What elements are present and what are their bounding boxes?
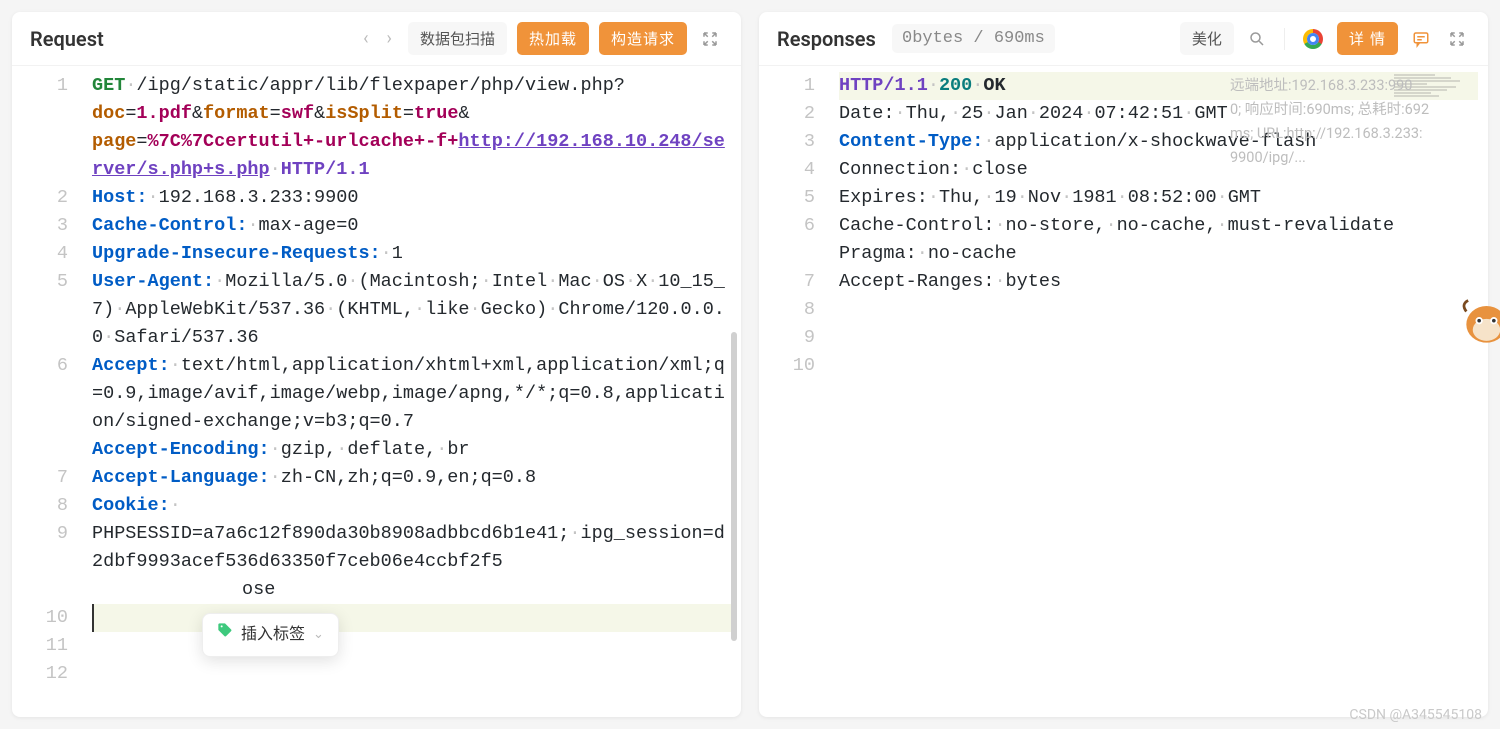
expires-value: Thu,·19·Nov·1981·08:52:00·GMT (939, 187, 1261, 208)
request-header: Request ‹ › 数据包扫描 热加载 构造请求 (12, 12, 741, 66)
http-method: GET (92, 75, 125, 96)
cursor-line[interactable] (92, 604, 731, 632)
expand-icon[interactable] (1444, 26, 1470, 52)
response-code[interactable]: 1 2 3 4 5 6 7 8 9 10 HTTP/1.1·200·OK Dat… (759, 66, 1488, 717)
chrome-icon[interactable] (1299, 25, 1327, 53)
details-button[interactable]: 详 情 (1337, 22, 1398, 55)
request-panel: Request ‹ › 数据包扫描 热加载 构造请求 1 2 3 4 5 6 7… (12, 12, 741, 717)
nav-arrows: ‹ › (357, 26, 398, 51)
insert-tag-popup[interactable]: 插入标签 ⌄ (202, 613, 339, 657)
chevron-down-icon: ⌄ (313, 621, 324, 649)
response-title: Responses (777, 27, 882, 51)
request-gutter: 1 2 3 4 5 6 7 8 9 10 11 12 (12, 66, 92, 717)
cookie-value: PHPSESSID=a7a6c12f890da30b8908adbbcd6b1e… (92, 523, 725, 572)
hot-reload-button[interactable]: 热加载 (517, 22, 589, 55)
next-icon[interactable]: › (381, 26, 398, 51)
cache-control-value: no-store,·no-cache,·must-revalidate (1006, 215, 1395, 236)
minimap[interactable] (1394, 74, 1476, 114)
mascot-icon[interactable] (1459, 295, 1500, 350)
prev-icon[interactable]: ‹ (357, 26, 374, 51)
request-scrollbar[interactable] (731, 136, 737, 697)
insert-tag-label: 插入标签 (241, 621, 305, 649)
expand-icon[interactable] (697, 26, 723, 52)
response-body[interactable]: HTTP/1.1·200·OK Date:·Thu,·25·Jan·2024·0… (839, 66, 1488, 717)
date-value: Thu,·25·Jan·2024·07:42:51·GMT (906, 103, 1228, 124)
watermark: CSDN @A345545108 (1349, 707, 1482, 723)
request-code[interactable]: 1 2 3 4 5 6 7 8 9 10 11 12 GET·/ipg/stat… (12, 66, 741, 717)
comment-icon[interactable] (1408, 26, 1434, 52)
tag-icon (217, 621, 233, 649)
beautify-button[interactable]: 美化 (1180, 22, 1234, 55)
scrollbar-thumb[interactable] (731, 332, 737, 641)
build-request-button[interactable]: 构造请求 (599, 22, 687, 55)
status-line: HTTP/1.1·200·OK (839, 72, 1478, 100)
packet-scan-button[interactable]: 数据包扫描 (408, 22, 507, 55)
response-header: Responses 0bytes / 690ms 美化 详 情 (759, 12, 1488, 66)
response-panel: Responses 0bytes / 690ms 美化 详 情 远端地址:192… (759, 12, 1488, 717)
response-metric: 0bytes / 690ms (892, 24, 1055, 53)
accept-encoding-value: gzip,·deflate,·br (281, 439, 470, 460)
request-body[interactable]: GET·/ipg/static/appr/lib/flexpaper/php/v… (92, 66, 741, 717)
response-gutter: 1 2 3 4 5 6 7 8 9 10 (759, 66, 839, 717)
search-icon[interactable] (1244, 26, 1270, 52)
request-title: Request (30, 27, 347, 51)
